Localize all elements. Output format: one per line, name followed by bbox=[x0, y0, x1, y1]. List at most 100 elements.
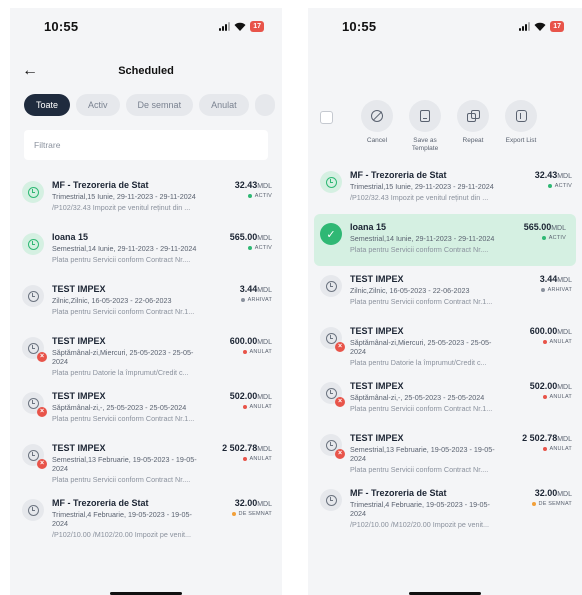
clock-icon[interactable]: × bbox=[22, 337, 47, 362]
clock-glyph bbox=[27, 290, 39, 302]
list-item-body: Ioana 15 565.00MDL Semestrial,14 Iunie, 29… bbox=[52, 232, 272, 270]
clock-icon[interactable] bbox=[22, 499, 44, 521]
payee-name: TEST IMPEX bbox=[52, 443, 106, 453]
clock-icon[interactable]: × bbox=[320, 327, 345, 352]
select-all-checkbox[interactable] bbox=[320, 111, 333, 124]
list-item-body: MF - Trezoreria de Stat 32.43MDL Trimestri… bbox=[350, 170, 572, 208]
filter-chips: Toate Activ De semnat Anulat bbox=[10, 90, 282, 120]
list-item[interactable]: × TEST IMPEX 600.00MDL Săptămânal-zi,Miercu… bbox=[10, 328, 282, 383]
chip-de-semnat[interactable]: De semnat bbox=[125, 94, 194, 116]
cancel-button[interactable]: Cancel bbox=[353, 100, 401, 145]
status-dot bbox=[242, 456, 247, 461]
list-item[interactable]: MF - Trezoreria de Stat 32.00MDL Trimestri… bbox=[10, 490, 282, 545]
amount: 32.00MDL bbox=[535, 488, 572, 498]
list-item[interactable]: × TEST IMPEX 600.00MDL Săptămânal-zi,Miercu… bbox=[308, 318, 582, 373]
list-item-body: TEST IMPEX 502.00MDL Săptămânal-zi,-, 25-0… bbox=[350, 381, 572, 419]
cancelled-badge-icon: × bbox=[37, 352, 47, 362]
amount-value: 600.00 bbox=[229, 336, 258, 346]
schedule-text: Semestrial,13 Februarie, 19-05-2023 - 19… bbox=[350, 445, 495, 463]
clock-icon[interactable] bbox=[320, 171, 342, 193]
clock-icon[interactable]: × bbox=[320, 382, 345, 407]
payment-description: /P102/32.43 Impozit pe venitul reținut d… bbox=[350, 193, 489, 202]
status-text: DE SEMNAT bbox=[238, 511, 272, 517]
status-dot bbox=[240, 297, 245, 302]
amount: 32.43MDL bbox=[535, 170, 572, 180]
payee-name: Ioana 15 bbox=[350, 222, 387, 232]
status-text: ANULAT bbox=[549, 446, 572, 452]
payment-description: Plata pentru Servicii conform Contract N… bbox=[52, 414, 195, 423]
status-dot bbox=[242, 349, 247, 354]
chip-anulat[interactable]: Anulat bbox=[199, 94, 249, 116]
list-item-body: MF - Trezoreria de Stat 32.43MDL Trimestri… bbox=[52, 180, 272, 218]
status-bar: 10:55 17 bbox=[10, 8, 282, 44]
repeat-button[interactable]: Repeat bbox=[449, 100, 497, 145]
schedule-text: Trimestrial,4 Februarie, 19-05-2023 - 19… bbox=[52, 510, 192, 528]
chip-toate[interactable]: Toate bbox=[24, 94, 71, 116]
clock-icon[interactable]: × bbox=[320, 434, 345, 459]
currency: MDL bbox=[557, 491, 572, 498]
list-item[interactable]: × TEST IMPEX 502.00MDL Săptămânal-zi,-, 25-… bbox=[308, 373, 582, 425]
save-as-template-button[interactable]: Save as Template bbox=[401, 100, 449, 153]
nav-bar: ← Scheduled bbox=[10, 52, 282, 90]
status-badge: DE SEMNAT bbox=[531, 501, 572, 518]
status-text: ANULAT bbox=[549, 339, 572, 345]
status-dot bbox=[542, 339, 547, 344]
clock-icon[interactable] bbox=[320, 275, 342, 297]
list-item[interactable]: ✓ Ioana 15 565.00MDL Semestrial,14 Iunie, 2… bbox=[314, 214, 576, 266]
checkmark-icon[interactable]: ✓ bbox=[320, 223, 342, 245]
amount: 32.00MDL bbox=[235, 498, 272, 508]
amount-value: 600.00 bbox=[529, 326, 558, 336]
currency: MDL bbox=[257, 235, 272, 242]
list-item[interactable]: MF - Trezoreria de Stat 32.00MDL Trimestri… bbox=[308, 480, 582, 535]
clock-icon[interactable] bbox=[22, 285, 44, 307]
list-item[interactable]: Ioana 15 565.00MDL Semestrial,14 Iunie, 29… bbox=[10, 224, 282, 276]
clock-glyph bbox=[27, 238, 39, 250]
scheduled-list: MF - Trezoreria de Stat 32.43MDL Trimestri… bbox=[308, 162, 582, 535]
list-item[interactable]: × TEST IMPEX 2 502.78MDL Semestrial,13 Febr… bbox=[308, 425, 582, 480]
status-text: ARHIVAT bbox=[247, 297, 272, 303]
status-text: ACTIV bbox=[254, 245, 272, 251]
amount-value: 3.44 bbox=[539, 274, 558, 284]
amount-value: 502.00 bbox=[229, 391, 258, 401]
clock-icon[interactable]: × bbox=[22, 444, 47, 469]
save-as-template-label: Save as Template bbox=[411, 137, 439, 152]
amount: 502.00MDL bbox=[230, 391, 272, 401]
back-arrow-icon[interactable]: ← bbox=[22, 62, 38, 80]
status-dot bbox=[542, 394, 547, 399]
status-badge: ANULAT bbox=[242, 349, 273, 366]
amount: 3.44MDL bbox=[240, 284, 272, 294]
status-dot bbox=[247, 245, 252, 250]
list-item[interactable]: MF - Trezoreria de Stat 32.43MDL Trimestri… bbox=[308, 162, 582, 214]
list-item-body: TEST IMPEX 2 502.78MDL Semestrial,13 Febru… bbox=[350, 433, 572, 474]
export-list-button[interactable]: Export List bbox=[497, 100, 545, 145]
list-item[interactable]: × TEST IMPEX 502.00MDL Săptămânal-zi,-, 25-… bbox=[10, 383, 282, 435]
clock-icon[interactable] bbox=[22, 233, 44, 255]
list-item[interactable]: × TEST IMPEX 2 502.78MDL Semestrial,13 Febr… bbox=[10, 435, 282, 490]
status-icons: 17 bbox=[519, 20, 564, 32]
clock-icon[interactable] bbox=[320, 489, 342, 511]
currency: MDL bbox=[257, 183, 272, 190]
chip-activ[interactable]: Activ bbox=[76, 94, 120, 116]
list-item[interactable]: TEST IMPEX 3.44MDL Zilnic,Zilnic, 16-05-20… bbox=[10, 276, 282, 328]
wifi-icon bbox=[234, 22, 246, 31]
signal-icon bbox=[219, 21, 231, 31]
clock-glyph bbox=[27, 449, 39, 461]
status-badge: ACTIV bbox=[547, 183, 572, 191]
amount-value: 3.44 bbox=[239, 284, 258, 294]
battery-icon: 17 bbox=[550, 20, 564, 32]
currency: MDL bbox=[257, 287, 272, 294]
schedule-text: Săptămânal-zi,-, 25-05-2023 - 25-05-2024 bbox=[350, 393, 485, 402]
filter-input[interactable]: Filtrare bbox=[24, 130, 268, 160]
schedule-text: Zilnic,Zilnic, 16-05-2023 - 22-06-2023 bbox=[52, 296, 172, 305]
amount: 600.00MDL bbox=[530, 326, 572, 336]
battery-icon: 17 bbox=[250, 20, 264, 32]
chip-more[interactable] bbox=[254, 94, 275, 116]
clock-icon[interactable]: × bbox=[22, 392, 47, 417]
currency: MDL bbox=[557, 384, 572, 391]
signal-icon bbox=[519, 21, 531, 31]
schedule-text: Săptămânal-zi,-, 25-05-2023 - 25-05-2024 bbox=[52, 403, 187, 412]
amount-value: 565.00 bbox=[523, 222, 552, 232]
list-item[interactable]: TEST IMPEX 3.44MDL Zilnic,Zilnic, 16-05-20… bbox=[308, 266, 582, 318]
clock-icon[interactable] bbox=[22, 181, 44, 203]
list-item[interactable]: MF - Trezoreria de Stat 32.43MDL Trimestri… bbox=[10, 172, 282, 224]
